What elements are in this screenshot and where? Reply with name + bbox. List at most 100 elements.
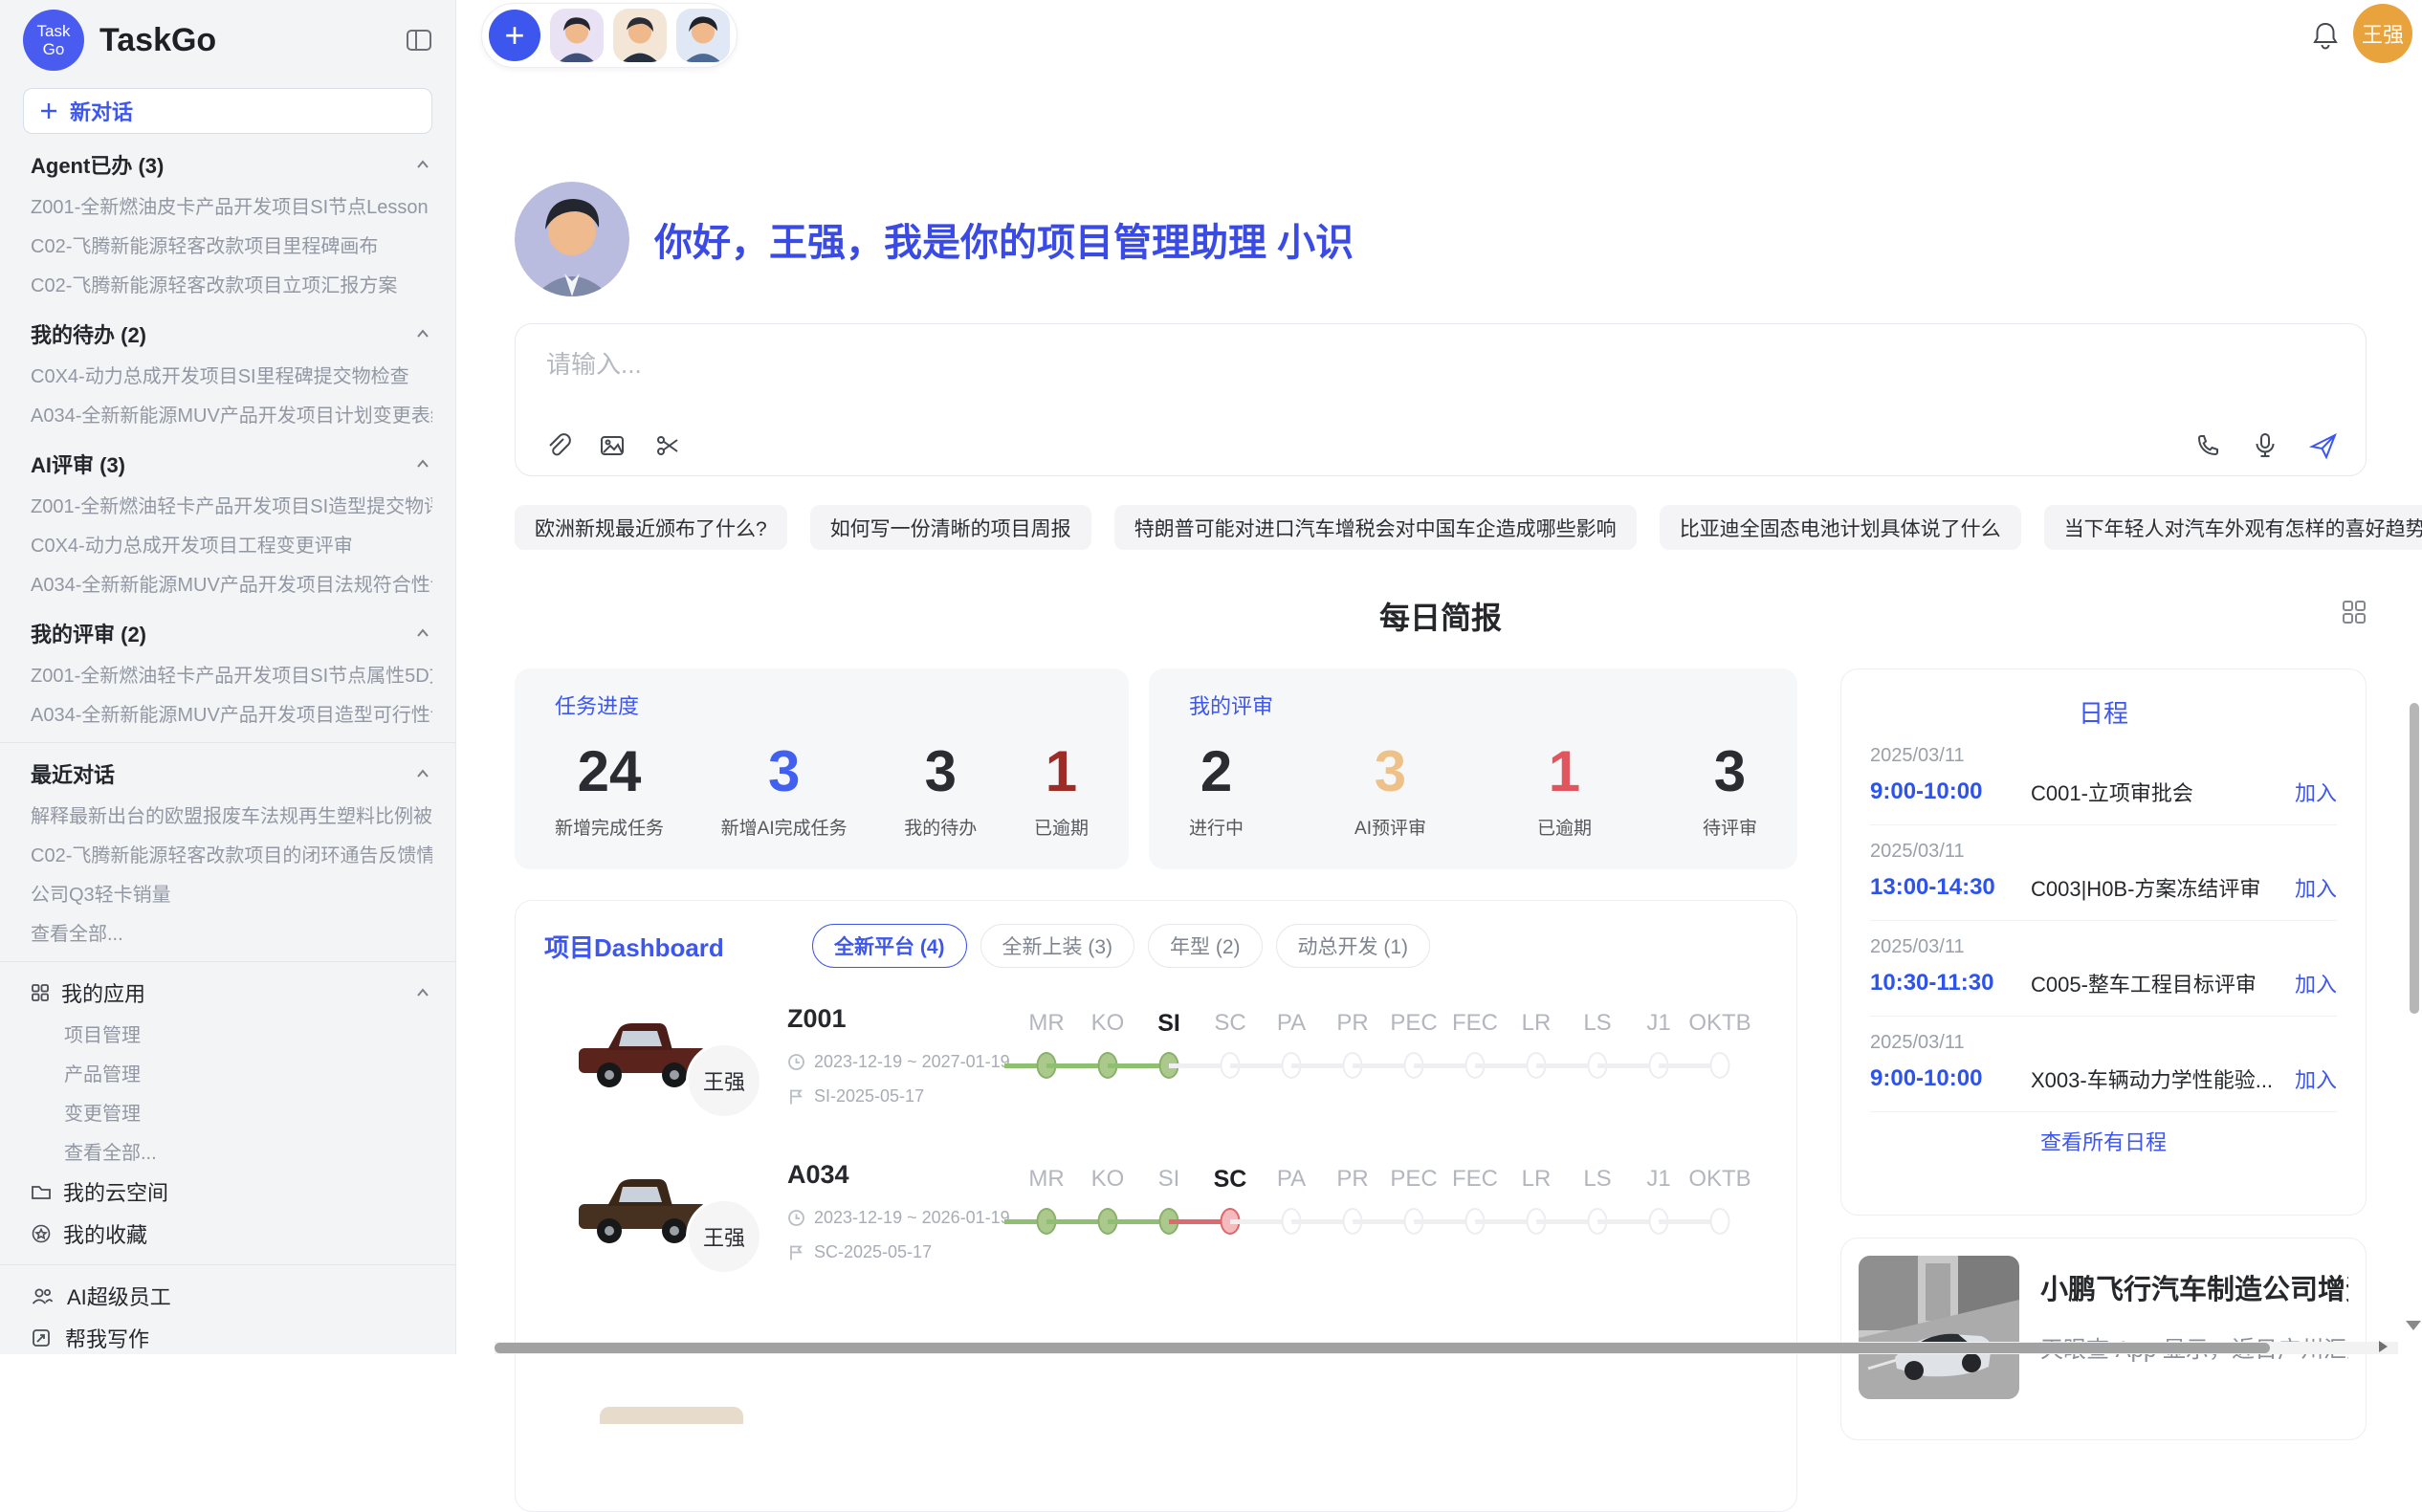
section-agent-done[interactable]: Agent已办 (3) [23, 143, 432, 186]
folder-icon [31, 1182, 52, 1201]
metric: 1已逾期 [1034, 726, 1089, 840]
notification-bell-icon[interactable] [2311, 20, 2340, 51]
scroll-right-arrow-icon[interactable] [2379, 1341, 2388, 1352]
list-item[interactable]: A034-全新新能源MUV产品开发项目法规符合性评审 [23, 563, 432, 603]
list-item[interactable]: C02-飞腾新能源轻客改款项目的闭环通告反馈情况 [23, 834, 432, 873]
chevron-up-icon[interactable] [413, 454, 432, 473]
milestone-label: SC [1200, 1158, 1261, 1200]
sidebar-item-product-mgmt[interactable]: 产品管理 [23, 1053, 432, 1092]
join-link[interactable]: 加入 [2295, 872, 2337, 903]
divider [0, 742, 455, 743]
list-item[interactable]: A034-全新新能源MUV产品开发项目造型可行性评审 [23, 693, 432, 733]
suggestion-chip[interactable]: 比亚迪全固态电池计划具体说了什么 [1660, 505, 2021, 550]
event-time: 13:00-14:30 [1870, 874, 2031, 901]
view-all-recent[interactable]: 查看全部... [23, 912, 432, 952]
suggestion-chip[interactable]: 当下年轻人对汽车外观有怎样的喜好趋势 [2044, 505, 2422, 550]
milestone: PA [1261, 1158, 1322, 1242]
paperclip-icon[interactable] [542, 431, 571, 460]
list-item[interactable]: Z001-全新燃油轻卡产品开发项目SI造型提交物评审 [23, 485, 432, 524]
list-item[interactable]: C0X4-动力总成开发项目工程变更评审 [23, 524, 432, 563]
sidebar-collapse-icon[interactable] [406, 28, 432, 53]
chevron-up-icon[interactable] [413, 155, 432, 174]
view-all-schedule-link[interactable]: 查看所有日程 [1870, 1126, 2337, 1156]
project-row[interactable]: 王强 A034 2023-12-19 ~ 2026-01-19 SC-2025-… [544, 1158, 1796, 1314]
send-icon[interactable] [2308, 431, 2339, 460]
scissors-icon[interactable] [653, 431, 682, 460]
sidebar-item-ai-super-staff[interactable]: AI超级员工 [23, 1275, 432, 1317]
join-link[interactable]: 加入 [2295, 777, 2337, 807]
milestone-label: FEC [1444, 1002, 1506, 1044]
chevron-up-icon[interactable] [413, 764, 432, 783]
tab-platform-new[interactable]: 全新平台 (4) [812, 924, 967, 968]
join-link[interactable]: 加入 [2295, 1063, 2337, 1094]
list-item[interactable]: Z001-全新燃油皮卡产品开发项目SI节点Lesson Learn报告 [23, 186, 432, 225]
metric-label: AI预评审 [1354, 814, 1426, 840]
tab-upfit-new[interactable]: 全新上装 (3) [980, 924, 1135, 968]
list-item[interactable]: 解释最新出台的欧盟报废车法规再生塑料比例被调至15%... [23, 795, 432, 834]
milestone-label: J1 [1628, 1158, 1689, 1200]
user-avatar[interactable]: 王强 [2353, 4, 2412, 63]
sidebar-item-change-mgmt[interactable]: 变更管理 [23, 1092, 432, 1131]
image-icon[interactable] [598, 431, 627, 460]
section-recent-chats[interactable]: 最近对话 [23, 753, 432, 795]
session-avatar-2[interactable] [613, 9, 667, 62]
task-progress-card: 任务进度 24新增完成任务 3新增AI完成任务 3我的待办 1已逾期 [515, 668, 1129, 869]
metric-value: 3 [721, 726, 848, 814]
phone-icon[interactable] [2193, 431, 2222, 460]
tab-model-year[interactable]: 年型 (2) [1148, 924, 1263, 968]
tab-powertrain-dev[interactable]: 动总开发 (1) [1276, 924, 1431, 968]
new-session-button[interactable]: + [489, 10, 540, 61]
suggestion-chip[interactable]: 特朗普可能对进口汽车增税会对中国车企造成哪些影响 [1114, 505, 1637, 550]
assistant-avatar [515, 182, 629, 296]
list-item[interactable]: C02-飞腾新能源轻客改款项目立项汇报方案 [23, 264, 432, 303]
sidebar-item-favorites[interactable]: 我的收藏 [23, 1213, 432, 1255]
chevron-up-icon[interactable] [413, 983, 432, 1002]
milestone: SI [1138, 1158, 1200, 1242]
metric: 3新增AI完成任务 [721, 726, 848, 840]
session-avatar-3[interactable] [676, 9, 730, 62]
scroll-down-arrow-icon[interactable] [2406, 1321, 2421, 1330]
suggestion-chip[interactable]: 如何写一份清晰的项目周报 [810, 505, 1091, 550]
milestone: OKTB [1689, 1002, 1750, 1086]
list-item[interactable]: C0X4-动力总成开发项目SI里程碑提交物检查 [23, 355, 432, 394]
view-all-apps[interactable]: 查看全部... [23, 1131, 432, 1171]
section-my-review[interactable]: 我的评审 (2) [23, 612, 432, 654]
greeting-text: 你好，王强，我是你的项目管理助理 小识 [654, 211, 1354, 267]
milestone-label: PEC [1383, 1002, 1444, 1044]
suggestion-chip[interactable]: 欧洲新规最近颁布了什么? [515, 505, 787, 550]
horizontal-scrollbar[interactable] [495, 1342, 2398, 1354]
chevron-up-icon[interactable] [413, 624, 432, 643]
milestone: PR [1322, 1158, 1383, 1242]
chevron-up-icon[interactable] [413, 324, 432, 343]
sidebar-item-project-mgmt[interactable]: 项目管理 [23, 1014, 432, 1053]
horizontal-scrollbar-thumb[interactable] [495, 1343, 2270, 1353]
project-owner-badge: 王强 [686, 1198, 762, 1275]
schedule-event: 2025/03/11 9:00-10:00 C001-立项审批会 加入 [1870, 730, 2337, 825]
main-area: + 王强 你好，王强，我是你的项目管理助理 小识 [456, 0, 2422, 1354]
milestone: LS [1567, 1002, 1628, 1086]
mic-icon[interactable] [2251, 431, 2279, 460]
sidebar-item-label: AI超级员工 [67, 1281, 171, 1311]
session-avatar-1[interactable] [550, 9, 604, 62]
project-row[interactable]: 王强 Z001 2023-12-19 ~ 2027-01-19 SI-2025-… [544, 1002, 1796, 1158]
metric-value: 3 [1354, 726, 1426, 814]
section-ai-review[interactable]: AI评审 (3) [23, 443, 432, 485]
sidebar-item-cloud-space[interactable]: 我的云空间 [23, 1171, 432, 1213]
milestone-label: SI [1138, 1002, 1200, 1044]
news-card[interactable]: 小鹏飞行汽车制造公司增资 天眼查 App 显示，近日广州汇天飞行汽... [1840, 1238, 2367, 1440]
sidebar-item-help-me-write[interactable]: 帮我写作 [23, 1317, 432, 1354]
list-item[interactable]: A034-全新新能源MUV产品开发项目计划变更表编写 [23, 394, 432, 433]
list-item[interactable]: 公司Q3轻卡销量 [23, 873, 432, 912]
sidebar-item-my-apps[interactable]: 我的应用 [23, 972, 432, 1014]
metric-value: 24 [555, 726, 664, 814]
chat-input[interactable] [544, 349, 1887, 381]
metric: 1已逾期 [1537, 726, 1592, 840]
layout-grid-icon[interactable] [2342, 600, 2367, 625]
section-my-todo[interactable]: 我的待办 (2) [23, 313, 432, 355]
list-item[interactable]: Z001-全新燃油轻卡产品开发项目SI节点属性5D文件评审 [23, 654, 432, 693]
list-item[interactable]: C02-飞腾新能源轻客改款项目里程碑画布 [23, 225, 432, 264]
vertical-scrollbar-thumb[interactable] [2410, 703, 2419, 1014]
new-chat-button[interactable]: 新对话 [23, 88, 432, 134]
join-link[interactable]: 加入 [2295, 968, 2337, 998]
news-image [1859, 1256, 2019, 1399]
